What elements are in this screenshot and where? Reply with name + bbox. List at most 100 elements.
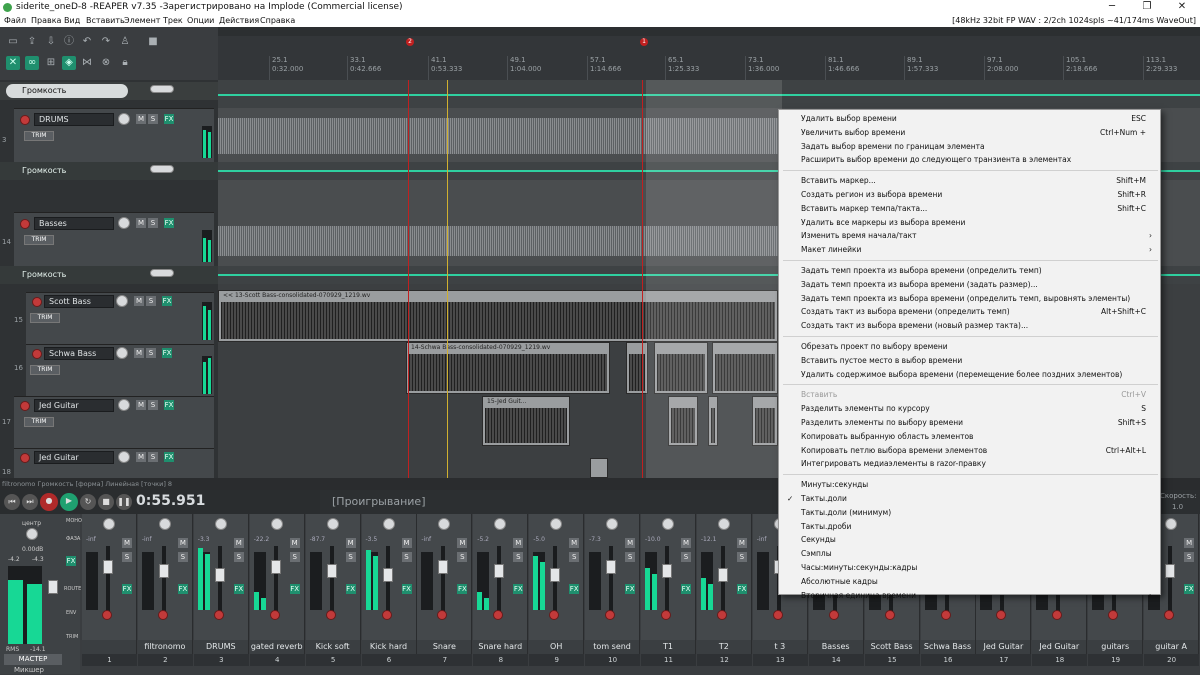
item-link-icon[interactable]: ⊗ <box>99 56 113 70</box>
menu-item[interactable]: Элемент <box>124 14 160 27</box>
new-project-icon[interactable]: ▭ <box>6 35 20 49</box>
master-fader[interactable] <box>48 580 58 594</box>
strip-name[interactable]: Snare hard <box>473 640 528 654</box>
record-arm-button[interactable] <box>20 115 30 125</box>
record-arm-button[interactable] <box>996 610 1007 620</box>
fx-button[interactable]: FX <box>401 584 412 594</box>
record-arm-button[interactable] <box>20 219 30 229</box>
context-menu-item[interactable]: Создать регион из выбора времени Shift+R <box>779 188 1162 202</box>
solo-button[interactable]: S <box>1184 552 1195 562</box>
record-arm-button[interactable] <box>940 610 951 620</box>
context-menu-item[interactable]: Вторичная единица времени › <box>779 589 1162 603</box>
strip-name[interactable]: t 3 <box>752 640 807 654</box>
record-arm-button[interactable] <box>716 610 727 620</box>
media-item-jed-guitar[interactable]: 15-Jed Guit... <box>482 396 570 446</box>
context-menu-item[interactable]: Вставить маркер... Shift+M <box>779 174 1162 188</box>
mixer-strip[interactable]: -7.3 M S FX tom send <box>585 514 641 654</box>
context-menu-item[interactable]: Такты.доли (минимум) <box>779 506 1162 520</box>
volume-knob[interactable] <box>116 347 128 359</box>
solo-button[interactable]: S <box>148 452 158 462</box>
pan-knob[interactable] <box>606 518 619 530</box>
context-menu-item[interactable]: Задать выбор времени по границам элемент… <box>779 140 1162 154</box>
record-arm-button[interactable] <box>884 610 895 620</box>
strip-name[interactable] <box>82 640 136 654</box>
timeline-ruler[interactable]: 2 1 25.1 0:32.000 33.1 0:42.666 41.1 0:53.3… <box>218 36 1200 80</box>
record-arm-button[interactable] <box>325 610 336 620</box>
solo-button[interactable]: S <box>148 400 158 410</box>
record-arm-button[interactable] <box>493 610 504 620</box>
context-menu-item[interactable]: Сэмплы <box>779 547 1162 561</box>
mute-button[interactable]: M <box>136 218 146 228</box>
strip-name[interactable]: Kick hard <box>361 640 416 654</box>
volume-fader[interactable] <box>606 560 617 574</box>
mute-button[interactable]: M <box>136 114 146 124</box>
context-menu-item[interactable]: Секунды <box>779 533 1162 547</box>
fx-button[interactable]: FX <box>233 584 244 594</box>
context-menu-item[interactable]: Макет линейки › <box>779 243 1162 257</box>
track-jed-guitar[interactable]: Jed Guitar M S FX TRIM <box>14 396 214 448</box>
close-button[interactable]: ✕ <box>1167 0 1197 14</box>
solo-button[interactable]: S <box>681 552 691 562</box>
context-menu-item[interactable]: Вставить маркер темпа/такта... Shift+C <box>779 202 1162 216</box>
mute-button[interactable]: M <box>136 400 146 410</box>
strip-name[interactable]: guitar A <box>1144 640 1199 654</box>
undo-icon[interactable]: ↶ <box>80 35 94 49</box>
record-arm-button[interactable] <box>828 610 839 620</box>
menu-track[interactable]: Трек <box>163 14 183 27</box>
mute-button[interactable]: M <box>136 452 146 462</box>
context-menu-item[interactable]: Копировать петлю выбора времени элементо… <box>779 444 1162 458</box>
envelope-label[interactable]: Громкость <box>6 84 128 98</box>
mixer-strip[interactable]: -inf M S FX Snare <box>417 514 473 654</box>
record-arm-button[interactable] <box>32 297 42 307</box>
context-menu-item[interactable]: Задать темп проекта из выбора времени (о… <box>779 292 1162 306</box>
record-arm-button[interactable] <box>213 610 224 620</box>
fx-button[interactable]: FX <box>736 584 747 594</box>
play-button[interactable]: ▶ <box>60 493 78 511</box>
volume-fader[interactable] <box>214 568 225 582</box>
mixer-strip[interactable]: -5.0 M S FX OH <box>529 514 585 654</box>
trim-button[interactable]: TRIM <box>24 235 54 245</box>
trim-button[interactable]: TRIM <box>30 365 60 375</box>
context-menu-item[interactable]: Такты.дроби <box>779 520 1162 534</box>
context-menu-item[interactable]: Задать темп проекта из выбора времени (о… <box>779 264 1162 278</box>
pan-knob[interactable] <box>1165 518 1178 530</box>
fx-button[interactable]: FX <box>177 584 188 594</box>
track-name[interactable]: Scott Bass <box>44 295 114 308</box>
save-project-icon[interactable]: ⇩ <box>44 35 58 49</box>
fx-button[interactable]: FX <box>345 584 356 594</box>
go-to-start-button[interactable]: ⏮ <box>4 494 20 510</box>
volume-knob[interactable] <box>116 295 128 307</box>
solo-button[interactable]: S <box>457 552 468 562</box>
strip-name[interactable]: Snare <box>417 640 472 654</box>
fx-button[interactable]: FX <box>569 584 580 594</box>
strip-name[interactable]: Schwa Bass <box>920 640 975 654</box>
mixer-strip[interactable]: -inf M S FX <box>82 514 137 654</box>
solo-button[interactable]: S <box>148 114 158 124</box>
context-menu-item[interactable]: Такты.доли ✓ <box>779 492 1162 506</box>
envelope-label[interactable]: Громкость <box>6 164 72 178</box>
solo-button[interactable]: S <box>345 552 356 562</box>
grid-icon[interactable]: ■ <box>146 35 160 49</box>
mute-button[interactable]: M <box>345 538 356 548</box>
context-menu-item[interactable]: Увеличить выбор времени Ctrl+Num + <box>779 126 1162 140</box>
record-arm-button[interactable] <box>20 401 30 411</box>
record-arm-button[interactable] <box>772 610 783 620</box>
fx-button[interactable]: FX <box>1184 584 1195 594</box>
lock-envelope-icon[interactable]: ◈ <box>62 56 76 70</box>
mixer-strip[interactable]: -12.1 M S FX T2 <box>696 514 752 654</box>
track-drums[interactable]: DRUMS M S FX TRIM <box>14 108 214 162</box>
strip-name[interactable]: tom send <box>585 640 640 654</box>
pause-button[interactable]: ❚❚ <box>116 494 132 510</box>
mixer-tab[interactable]: Микшер <box>14 666 44 674</box>
context-menu-item[interactable]: Обрезать проект по выбору времени <box>779 340 1162 354</box>
mixer-strip[interactable]: -inf M S FX filtronomo <box>137 514 193 654</box>
context-menu-item[interactable]: Расширить выбор времени до следующего тр… <box>779 153 1162 167</box>
time-selection[interactable] <box>646 80 782 478</box>
volume-fader[interactable] <box>438 560 449 574</box>
record-arm-button[interactable] <box>661 610 671 620</box>
mixer-strip[interactable]: -3.3 M S FX DRUMS <box>193 514 249 654</box>
envelope-label[interactable]: Громкость <box>6 268 72 282</box>
context-menu-item[interactable]: Вставить Ctrl+V <box>779 388 1162 402</box>
fx-button[interactable]: FX <box>457 584 468 594</box>
envelope-fader[interactable] <box>150 165 174 173</box>
